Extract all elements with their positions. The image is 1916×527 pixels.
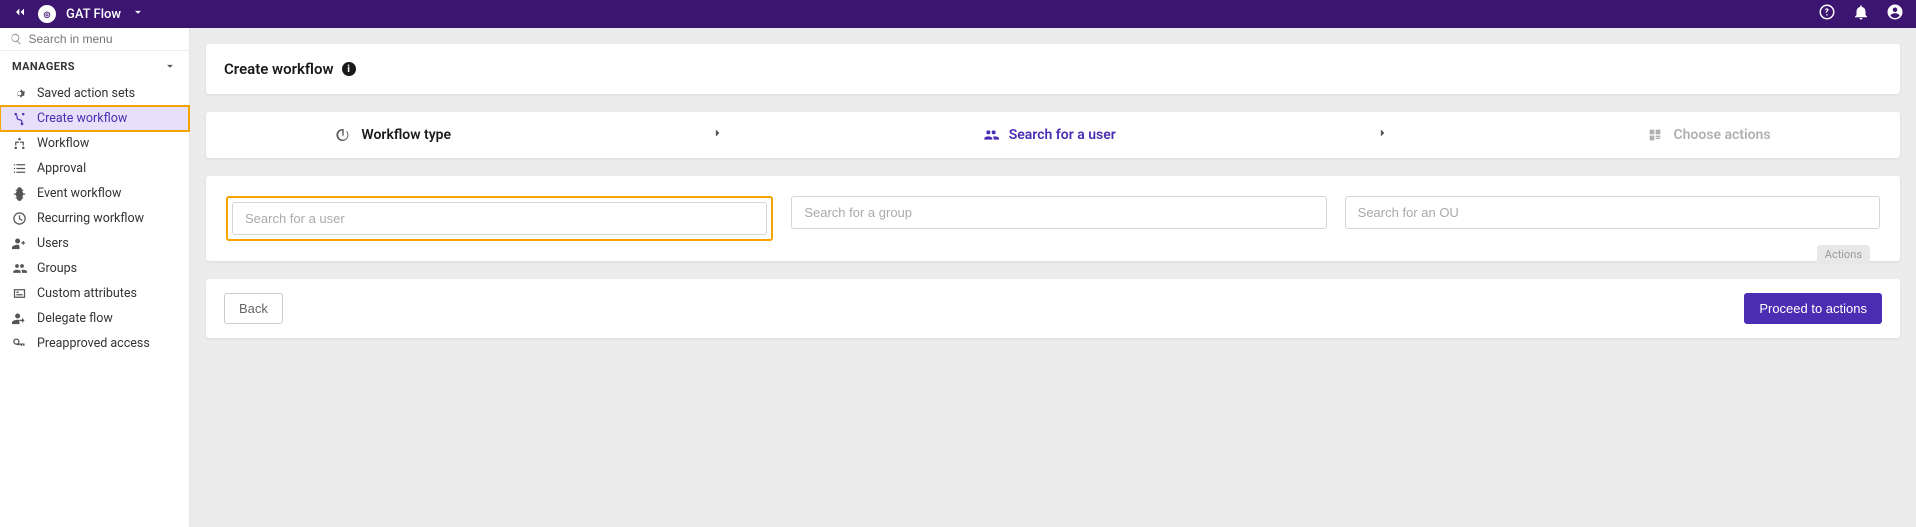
proceed-button[interactable]: Proceed to actions	[1744, 293, 1882, 324]
tree-icon	[12, 136, 27, 151]
sidebar-item-recurring-workflow[interactable]: Recurring workflow	[0, 206, 189, 231]
stepper-card: Workflow type Search for a user Choose a…	[206, 112, 1900, 158]
actions-hint-badge: Actions	[1817, 245, 1870, 264]
gear-icon	[12, 86, 27, 101]
sidebar-item-label: Custom attributes	[37, 286, 137, 301]
app-logo: ◎	[38, 5, 56, 23]
people-icon	[983, 127, 999, 143]
sidebar-item-label: Delegate flow	[37, 311, 113, 326]
page-title: Create workflow	[224, 60, 334, 78]
sidebar-item-label: Create workflow	[37, 111, 127, 126]
back-button[interactable]: Back	[224, 293, 283, 324]
user-plus-icon	[12, 236, 27, 251]
step-label: Workflow type	[361, 127, 451, 143]
bug-icon	[12, 186, 27, 201]
step-choose-actions: Choose actions	[1647, 127, 1770, 143]
clock-icon	[12, 211, 27, 226]
sidebar-item-label: Event workflow	[37, 186, 121, 201]
arrow-right-icon	[1375, 126, 1389, 144]
search-ou-box	[1345, 196, 1880, 241]
collapse-sidebar-icon[interactable]	[12, 4, 28, 24]
sidebar-item-preapproved-access[interactable]: Preapproved access	[0, 331, 189, 356]
search-icon	[10, 32, 22, 46]
sidebar-item-label: Recurring workflow	[37, 211, 144, 226]
key-icon	[12, 336, 27, 351]
arrow-right-icon	[710, 126, 724, 144]
sidebar-item-label: Users	[37, 236, 69, 251]
menu-search[interactable]	[0, 28, 189, 51]
step-label: Choose actions	[1673, 127, 1770, 143]
menu-search-input[interactable]	[28, 32, 179, 46]
step-label: Search for a user	[1009, 127, 1116, 143]
chevron-down-icon	[163, 59, 177, 73]
sidebar-item-label: Groups	[37, 261, 77, 276]
search-user-input[interactable]	[232, 202, 767, 235]
sidebar: MANAGERS Saved action sets Create workfl…	[0, 28, 190, 527]
branch-icon	[12, 111, 27, 126]
sidebar-item-label: Saved action sets	[37, 86, 135, 101]
sidebar-item-approval[interactable]: Approval	[0, 156, 189, 181]
delegate-icon	[12, 311, 27, 326]
app-switcher-chevron-icon[interactable]	[131, 5, 145, 23]
sidebar-item-users[interactable]: Users	[0, 231, 189, 256]
sidebar-item-saved-action-sets[interactable]: Saved action sets	[0, 81, 189, 106]
search-group-input[interactable]	[791, 196, 1326, 229]
sidebar-item-label: Workflow	[37, 136, 89, 151]
checklist-icon	[12, 161, 27, 176]
card-icon	[12, 286, 27, 301]
step-workflow-type[interactable]: Workflow type	[335, 127, 451, 143]
search-user-box	[226, 196, 773, 241]
sidebar-item-groups[interactable]: Groups	[0, 256, 189, 281]
sidebar-item-create-workflow[interactable]: Create workflow	[0, 106, 189, 131]
sidebar-item-custom-attributes[interactable]: Custom attributes	[0, 281, 189, 306]
sidebar-item-delegate-flow[interactable]: Delegate flow	[0, 306, 189, 331]
info-icon[interactable]: i	[342, 62, 356, 76]
sidebar-item-workflow[interactable]: Workflow	[0, 131, 189, 156]
account-icon[interactable]	[1886, 3, 1904, 25]
step-search-user[interactable]: Search for a user	[983, 127, 1116, 143]
topbar: ◎ GAT Flow	[0, 0, 1916, 28]
search-group-box	[791, 196, 1326, 241]
page-title-card: Create workflow i	[206, 44, 1900, 94]
search-ou-input[interactable]	[1345, 196, 1880, 229]
actions-icon	[1647, 127, 1663, 143]
footer-card: Back Proceed to actions	[206, 279, 1900, 338]
sidebar-item-label: Approval	[37, 161, 86, 176]
notifications-icon[interactable]	[1852, 3, 1870, 25]
main-content: Create workflow i Workflow type Search f…	[190, 28, 1916, 527]
search-card	[206, 176, 1900, 261]
help-icon[interactable]	[1818, 3, 1836, 25]
sidebar-item-label: Preapproved access	[37, 336, 150, 351]
app-name: GAT Flow	[66, 7, 121, 22]
sidebar-section-managers[interactable]: MANAGERS	[0, 51, 189, 81]
power-icon	[335, 127, 351, 143]
sidebar-section-label: MANAGERS	[12, 60, 75, 73]
sidebar-item-event-workflow[interactable]: Event workflow	[0, 181, 189, 206]
group-icon	[12, 261, 27, 276]
